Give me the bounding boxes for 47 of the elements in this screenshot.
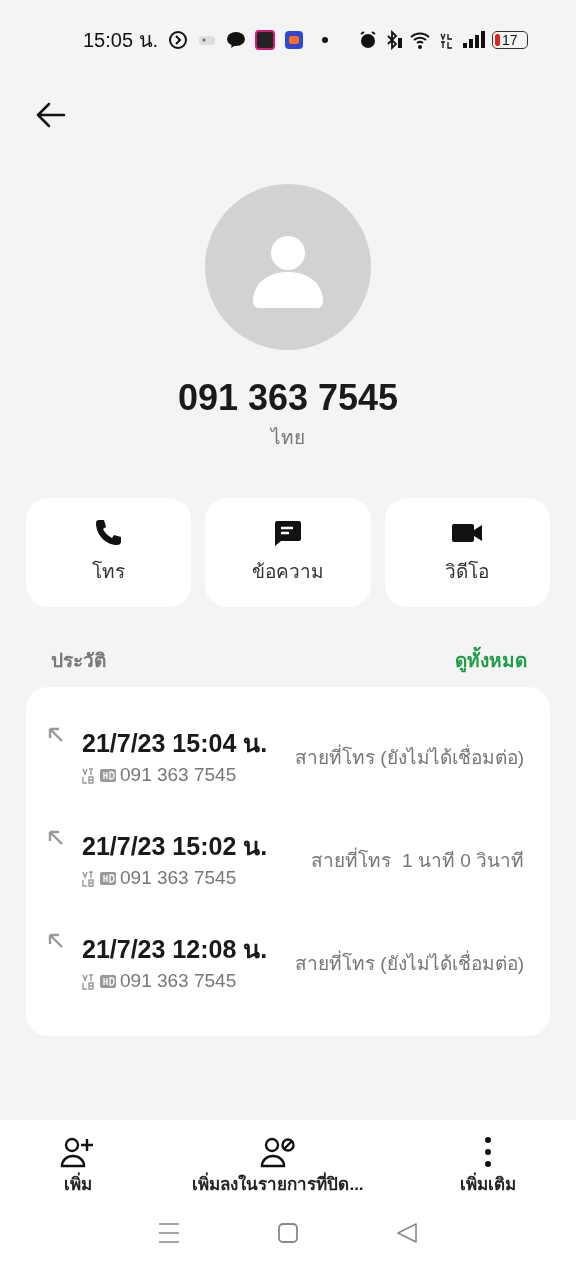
call-log-item[interactable]: 21/7/23 12:08 น. 091 363 7545 สายที่โทร (ยังไม่ได้เชื่อมต่อ) (26, 913, 550, 1016)
back-triangle-icon[interactable] (395, 1222, 418, 1244)
call-status: สายที่โทร 1 นาที 0 วินาที (311, 847, 524, 876)
call-datetime: 21/7/23 12:08 น. (82, 934, 268, 966)
back-arrow-icon[interactable] (36, 100, 66, 130)
outgoing-call-icon (48, 830, 64, 846)
hd-badge-icon (100, 973, 116, 990)
signal-icon (462, 30, 486, 50)
add-contact-icon (60, 1136, 96, 1168)
person-silhouette-icon (253, 236, 323, 308)
status-time: 15:05 น. (83, 28, 159, 53)
battery-level: 17 (502, 33, 518, 47)
home-icon[interactable] (277, 1222, 299, 1244)
shopping-app-icon (284, 30, 305, 50)
call-datetime: 21/7/23 15:02 น. (82, 831, 268, 863)
block-button[interactable]: เพิ่มลงในรายการที่ปิด... (192, 1136, 364, 1208)
add-button[interactable]: เพิ่ม (60, 1136, 96, 1208)
hd-badge-icon (100, 870, 116, 887)
more-button[interactable]: เพิ่มเติม (460, 1136, 516, 1208)
message-button[interactable]: ข้อความ (205, 497, 371, 607)
call-status: สายที่โทร (ยังไม่ได้เชื่อมต่อ) (295, 950, 524, 979)
call-button[interactable]: โทร (26, 497, 192, 607)
chat-bubble-icon (226, 30, 247, 50)
play-circle-icon (168, 30, 189, 50)
menu-icon[interactable] (158, 1222, 181, 1244)
wifi-icon (410, 30, 432, 50)
notification-dot-icon (321, 36, 330, 44)
outgoing-call-icon (48, 933, 64, 949)
call-number: 091 363 7545 (120, 763, 237, 788)
phone-number: 091 363 7545 (177, 376, 399, 420)
battery-fill (495, 34, 500, 46)
section-title: ประวัติ (51, 648, 106, 673)
location-label: ไทย (271, 426, 305, 450)
video-button[interactable]: วิดีโอ (384, 497, 550, 607)
outgoing-call-icon (48, 727, 64, 743)
bluetooth-icon (384, 30, 404, 50)
call-status: สายที่โทร (ยังไม่ได้เชื่อมต่อ) (295, 744, 524, 773)
call-datetime: 21/7/23 15:04 น. (82, 728, 268, 760)
call-number: 091 363 7545 (120, 969, 237, 994)
hd-badge-icon (100, 767, 116, 784)
call-log-item[interactable]: 21/7/23 15:04 น. 091 363 7545 สายที่โทร (ยังไม่ได้เชื่อมต่อ) (26, 707, 550, 810)
alarm-icon (358, 30, 378, 50)
more-icon (485, 1136, 491, 1168)
call-log-item[interactable]: 21/7/23 15:02 น. 091 363 7545 สายที่โทร 1 นาที 0 วินาที (26, 810, 550, 913)
block-contact-icon (260, 1136, 296, 1168)
call-number: 091 363 7545 (120, 866, 237, 891)
app-icon (255, 30, 276, 50)
